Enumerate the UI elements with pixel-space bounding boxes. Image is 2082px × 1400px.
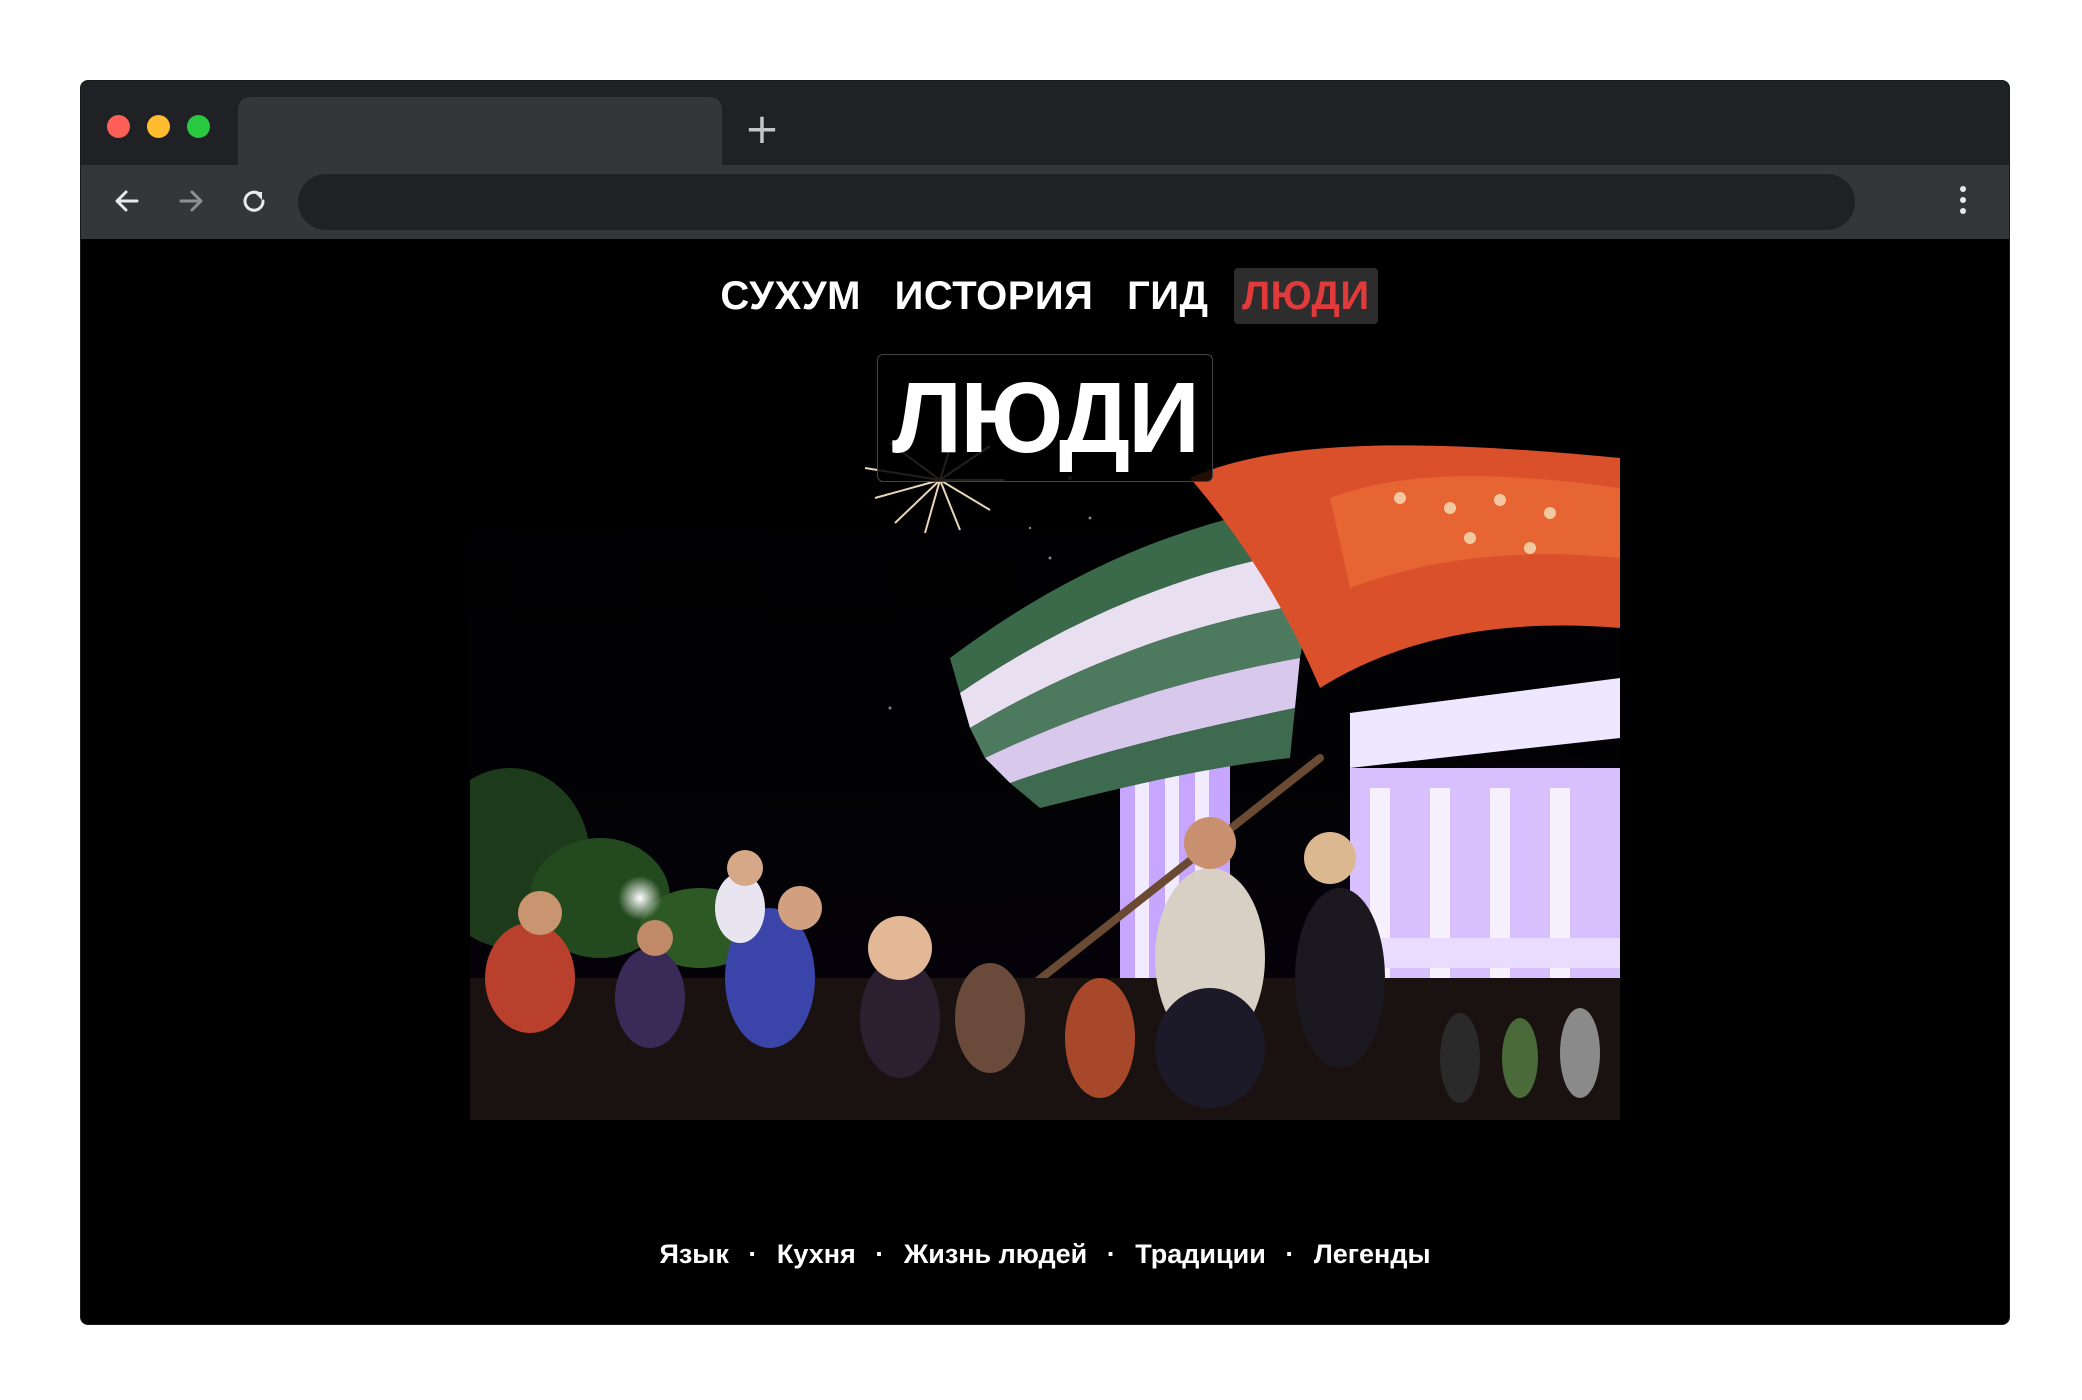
menu-dot-icon: [1960, 208, 1966, 214]
maximize-window-button[interactable]: [187, 115, 210, 138]
link-cuisine[interactable]: Кухня: [777, 1239, 856, 1270]
separator: ·: [748, 1239, 758, 1269]
link-language[interactable]: Язык: [659, 1239, 728, 1270]
browser-toolbar: [81, 165, 2009, 239]
tab-strip: +: [81, 81, 2009, 165]
celebration-photo: [470, 438, 1620, 1120]
close-window-button[interactable]: [107, 115, 130, 138]
link-peoples-life[interactable]: Жизнь людей: [904, 1239, 1087, 1270]
browser-tab[interactable]: [238, 97, 722, 165]
section-links: Язык · Кухня · Жизнь людей · Традиции · …: [81, 1239, 2009, 1270]
arrow-right-icon: [179, 190, 203, 212]
menu-dot-icon: [1960, 197, 1966, 203]
back-button[interactable]: [107, 181, 147, 221]
arrow-left-icon: [115, 190, 139, 212]
menu-dot-icon: [1960, 186, 1966, 192]
browser-menu-button[interactable]: [1955, 183, 1971, 221]
new-tab-button[interactable]: +: [742, 108, 782, 150]
minimize-window-button[interactable]: [147, 115, 170, 138]
main-navigation: СУХУМ ИСТОРИЯ ГИД ЛЮДИ: [81, 268, 2009, 324]
page-viewport: СУХУМ ИСТОРИЯ ГИД ЛЮДИ ЛЮДИ Язык · Кухня…: [81, 239, 2009, 1324]
nav-item-history[interactable]: ИСТОРИЯ: [887, 268, 1102, 324]
nav-item-people[interactable]: ЛЮДИ: [1234, 268, 1378, 324]
link-traditions[interactable]: Традиции: [1135, 1239, 1266, 1270]
browser-window: + СУХУМ ИСТОРИЯ ГИД ЛЮДИ ЛЮДИ Язык · Кух…: [81, 81, 2009, 1324]
forward-button[interactable]: [171, 181, 211, 221]
page-title: ЛЮДИ: [877, 354, 1213, 482]
link-legends[interactable]: Легенды: [1314, 1239, 1431, 1270]
hero-image: [470, 438, 1620, 1120]
separator: ·: [1106, 1239, 1116, 1269]
nav-item-guide[interactable]: ГИД: [1119, 268, 1216, 324]
separator: ·: [875, 1239, 885, 1269]
separator: ·: [1285, 1239, 1295, 1269]
nav-item-sukhum[interactable]: СУХУМ: [712, 268, 869, 324]
reload-icon: [243, 190, 265, 212]
reload-button[interactable]: [234, 181, 274, 221]
address-bar[interactable]: [298, 174, 1855, 230]
